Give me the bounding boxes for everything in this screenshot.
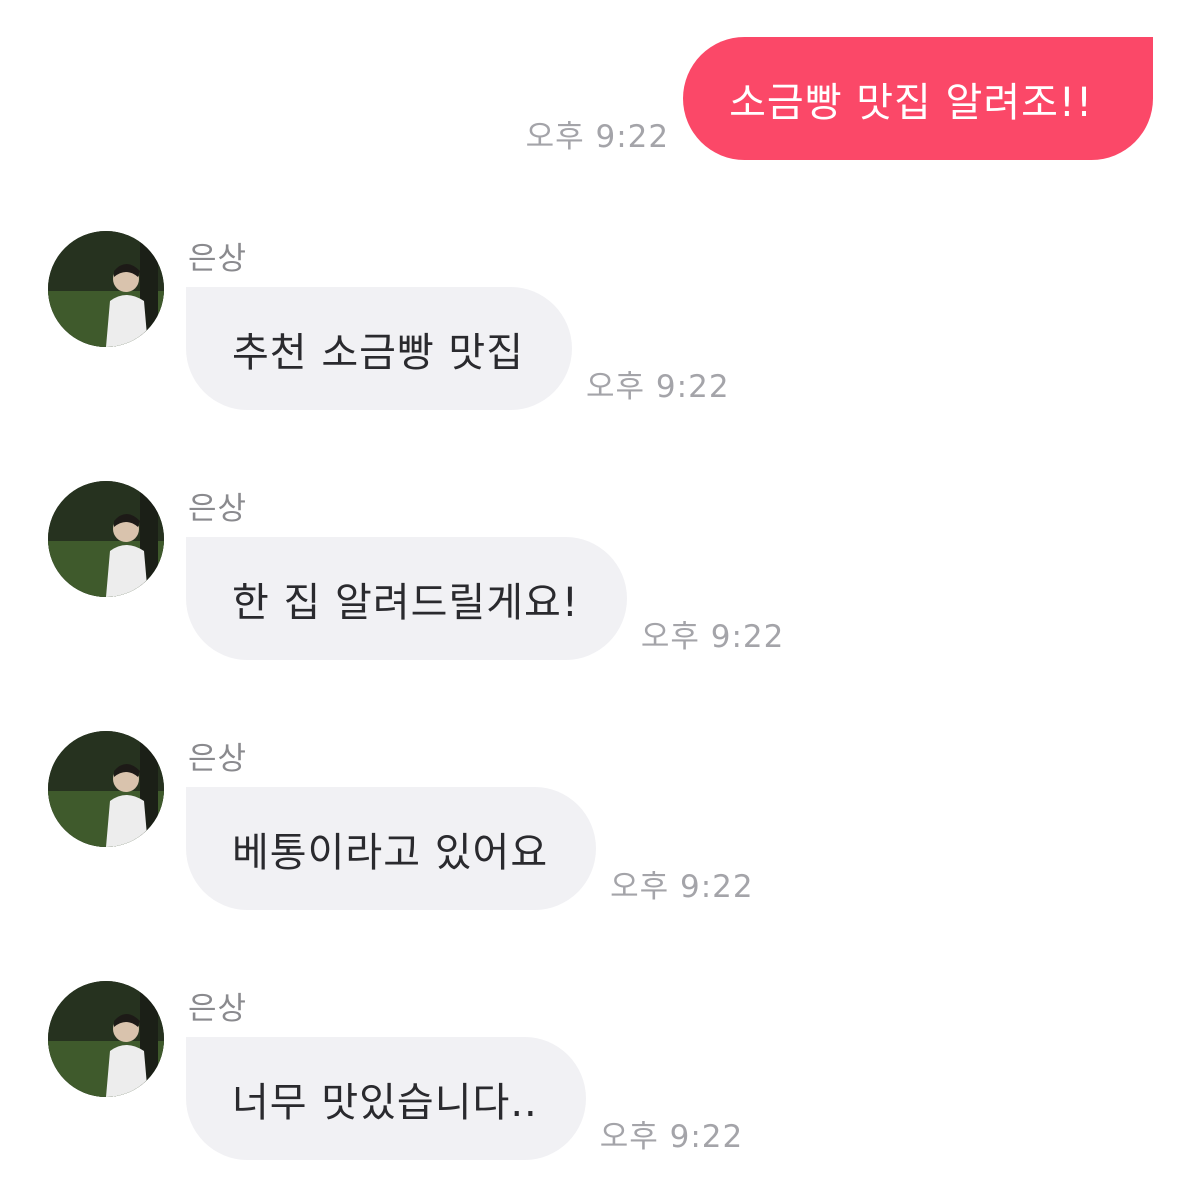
received-message-time: 오후 9:22 [586,369,730,405]
received-message: 은상 추천 소금빵 맛집 오후 9:22 [48,231,1148,421]
received-message-text: 베통이라고 있어요 [232,829,549,876]
sender-name: 은상 [188,241,248,277]
avatar-photo [48,981,164,1097]
received-message-text: 추천 소금빵 맛집 [232,329,525,376]
received-message-row: 너무 맛있습니다.. 오후 9:22 [186,1037,743,1160]
sender-name: 은상 [188,491,248,527]
received-message-time: 오후 9:22 [599,1119,744,1155]
received-message: 은상 너무 맛있습니다.. 오후 9:22 [48,981,1148,1171]
avatar-photo [48,231,164,347]
received-message-bubble[interactable]: 너무 맛있습니다.. [186,1037,586,1160]
received-message-row: 한 집 알려드릴게요! 오후 9:22 [186,537,784,660]
avatar[interactable] [48,731,164,847]
received-message: 은상 한 집 알려드릴게요! 오후 9:22 [48,481,1148,671]
sender-name: 은상 [188,741,248,777]
received-message-time: 오후 9:22 [610,869,754,905]
received-message-bubble[interactable]: 베통이라고 있어요 [186,787,597,910]
received-message-bubble[interactable]: 한 집 알려드릴게요! [186,537,627,660]
sent-message-time: 오후 9:22 [525,119,670,155]
avatar-photo [48,731,164,847]
received-message-row: 추천 소금빵 맛집 오후 9:22 [186,287,730,410]
sent-message-bubble[interactable]: 소금빵 맛집 알려조!! [683,37,1153,160]
chat-thread: 소금빵 맛집 알려조!! 오후 9:22 은상 추천 소금빵 맛집 오후 9:2… [0,0,1200,1198]
received-message-text: 너무 맛있습니다.. [232,1079,538,1126]
received-message-bubble[interactable]: 추천 소금빵 맛집 [186,287,573,410]
sent-message-row: 소금빵 맛집 알려조!! 오후 9:22 [526,37,1153,160]
received-message-row: 베통이라고 있어요 오후 9:22 [186,787,754,910]
avatar[interactable] [48,481,164,597]
sent-message-text: 소금빵 맛집 알려조!! [729,79,1093,126]
avatar[interactable] [48,981,164,1097]
sender-name: 은상 [188,991,248,1027]
received-message-time: 오후 9:22 [640,619,785,655]
received-message: 은상 베통이라고 있어요 오후 9:22 [48,731,1148,921]
avatar[interactable] [48,231,164,347]
avatar-photo [48,481,164,597]
received-message-text: 한 집 알려드릴게요! [232,579,579,626]
